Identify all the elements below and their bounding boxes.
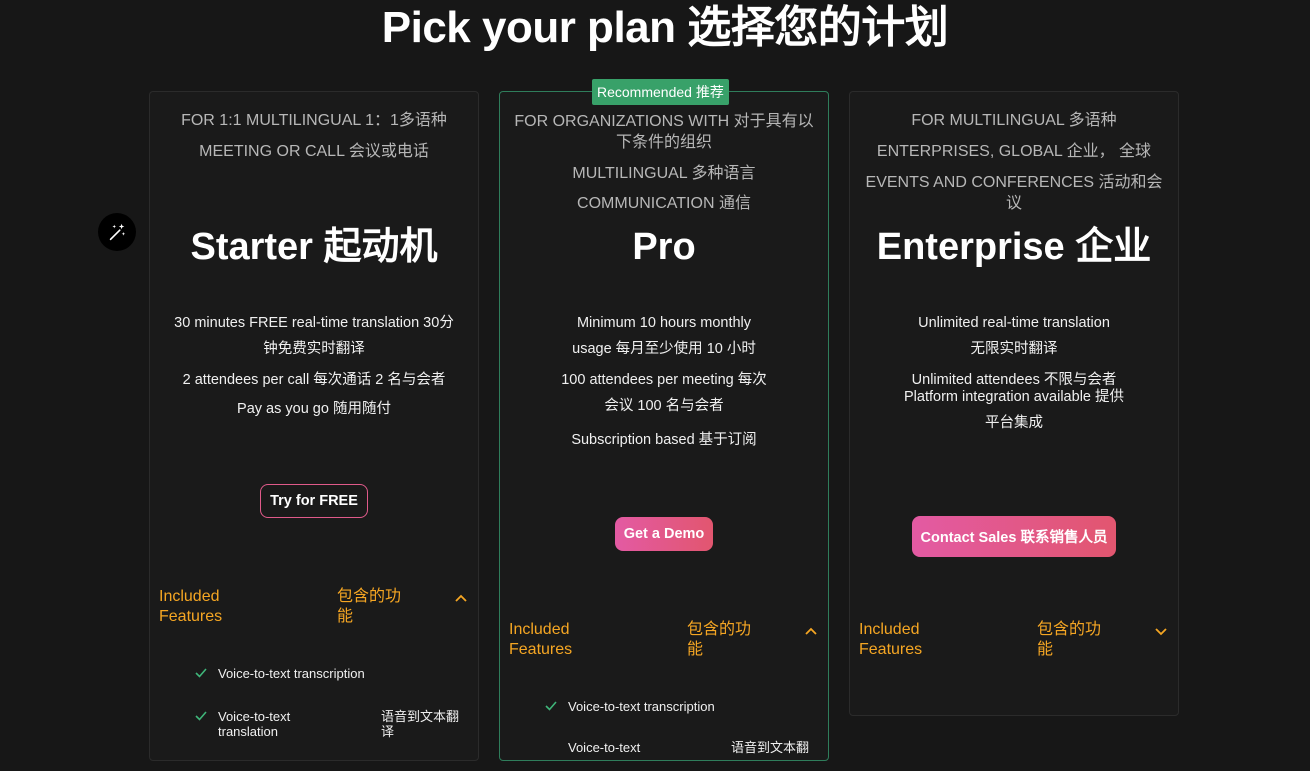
audience-line: MULTILINGUAL 多种语言 bbox=[572, 165, 756, 182]
included-features-toggle[interactable]: Included Features 包含的功能 bbox=[859, 620, 1168, 660]
recommended-badge: Recommended 推荐 bbox=[592, 79, 729, 105]
feature-label: Voice-to-text bbox=[568, 740, 641, 755]
feature-label: Voice-to-text transcription bbox=[568, 699, 715, 714]
plan-feature: Minimum 10 hours monthly usage 每月至少使用 10… bbox=[572, 315, 756, 357]
plan-card-enterprise: FOR MULTILINGUAL 多语种 ENTERPRISES, GLOBAL… bbox=[849, 91, 1179, 716]
plan-feature: Pay as you go 随用随付 bbox=[237, 401, 391, 417]
plan-name: Pro bbox=[632, 226, 696, 268]
feature-label: Voice-to-text translation bbox=[218, 709, 291, 739]
plan-name: Starter 起动机 bbox=[190, 226, 438, 268]
included-features-label: Included Features bbox=[159, 588, 223, 625]
included-features-label: Included Features bbox=[509, 621, 573, 658]
get-a-demo-button[interactable]: Get a Demo bbox=[614, 517, 714, 551]
try-for-free-button[interactable]: Try for FREE bbox=[260, 484, 368, 518]
included-features-label: Included Features bbox=[859, 621, 923, 658]
feature-label-zh: 语音到文本翻译 bbox=[381, 709, 460, 739]
plan-feature: 100 attendees per meeting 每次会议 100 名与会者 bbox=[561, 372, 767, 414]
audience-line: COMMUNICATION 通信 bbox=[577, 195, 751, 212]
included-features-label-zh: 包含的功能 bbox=[1037, 621, 1102, 658]
plan-audience: FOR ORGANIZATIONS WITH 对于具有以下条件的组织 MULTI… bbox=[508, 111, 820, 223]
included-features-label-zh: 包含的功能 bbox=[337, 588, 402, 625]
check-icon bbox=[545, 701, 557, 711]
list-item: Voice-to-text transcription bbox=[544, 699, 818, 714]
included-features-label-zh: 包含的功能 bbox=[687, 621, 752, 658]
plan-features-summary: Unlimited real-time translation 无限实时翻译 U… bbox=[860, 310, 1168, 436]
plan-name: Enterprise 企业 bbox=[876, 226, 1152, 268]
audience-line: FOR MULTILINGUAL 多语种 bbox=[911, 112, 1117, 129]
list-item: Voice-to-text translation 语音到文本翻译 bbox=[194, 709, 468, 739]
plan-feature: Platform integration available 提供平台集成 bbox=[903, 389, 1125, 431]
check-icon bbox=[195, 668, 207, 678]
plan-feature: Subscription based 基于订阅 bbox=[571, 432, 757, 448]
included-features-toggle[interactable]: Included Features 包含的功能 bbox=[159, 587, 468, 627]
plan-audience: FOR MULTILINGUAL 多语种 ENTERPRISES, GLOBAL… bbox=[858, 110, 1170, 223]
feature-label-zh: 语音到文本翻 bbox=[731, 740, 810, 755]
chevron-down-icon bbox=[1155, 628, 1167, 636]
list-item: Voice-to-text 语音到文本翻 bbox=[544, 740, 818, 755]
plan-card-starter: FOR 1:1 MULTILINGUAL 1：1多语种 MEETING OR C… bbox=[149, 91, 479, 761]
magic-assist-button[interactable] bbox=[98, 213, 136, 251]
plan-feature: 2 attendees per call 每次通话 2 名与会者 bbox=[182, 372, 446, 388]
audience-line: FOR 1:1 MULTILINGUAL 1：1多语种 bbox=[181, 112, 447, 129]
included-features-list: Voice-to-text transcription Voice-to-tex… bbox=[544, 699, 818, 771]
plan-features-summary: 30 minutes FREE real-time translation 30… bbox=[160, 310, 468, 430]
plan-audience: FOR 1:1 MULTILINGUAL 1：1多语种 MEETING OR C… bbox=[158, 110, 470, 172]
list-item: Voice-to-text transcription bbox=[194, 666, 468, 681]
check-icon bbox=[195, 711, 207, 721]
plan-feature: Unlimited real-time translation 无限实时翻译 bbox=[918, 315, 1110, 357]
audience-line: ENTERPRISES, GLOBAL 企业， 全球 bbox=[876, 143, 1152, 160]
plan-card-pro: Recommended 推荐 FOR ORGANIZATIONS WITH 对于… bbox=[499, 79, 829, 761]
plan-features-summary: Minimum 10 hours monthly usage 每月至少使用 10… bbox=[510, 310, 818, 453]
page-title: Pick your plan 选择您的计划 bbox=[381, 3, 949, 52]
magic-wand-sparkles-icon bbox=[109, 223, 126, 241]
chevron-up-icon bbox=[805, 627, 817, 635]
plan-feature: 30 minutes FREE real-time translation 30… bbox=[174, 315, 454, 357]
feature-label: Voice-to-text transcription bbox=[218, 666, 365, 681]
contact-sales-button[interactable]: Contact Sales 联系销售人员 bbox=[911, 516, 1117, 557]
audience-line: MEETING OR CALL 会议或电话 bbox=[199, 143, 429, 160]
chevron-up-icon bbox=[455, 594, 467, 602]
included-features-toggle[interactable]: Included Features 包含的功能 bbox=[509, 620, 818, 660]
audience-line: EVENTS AND CONFERENCES 活动和会议 bbox=[865, 174, 1163, 212]
included-features-list: Voice-to-text transcription Voice-to-tex… bbox=[194, 666, 468, 740]
audience-line: FOR ORGANIZATIONS WITH 对于具有以下条件的组织 bbox=[514, 113, 814, 151]
